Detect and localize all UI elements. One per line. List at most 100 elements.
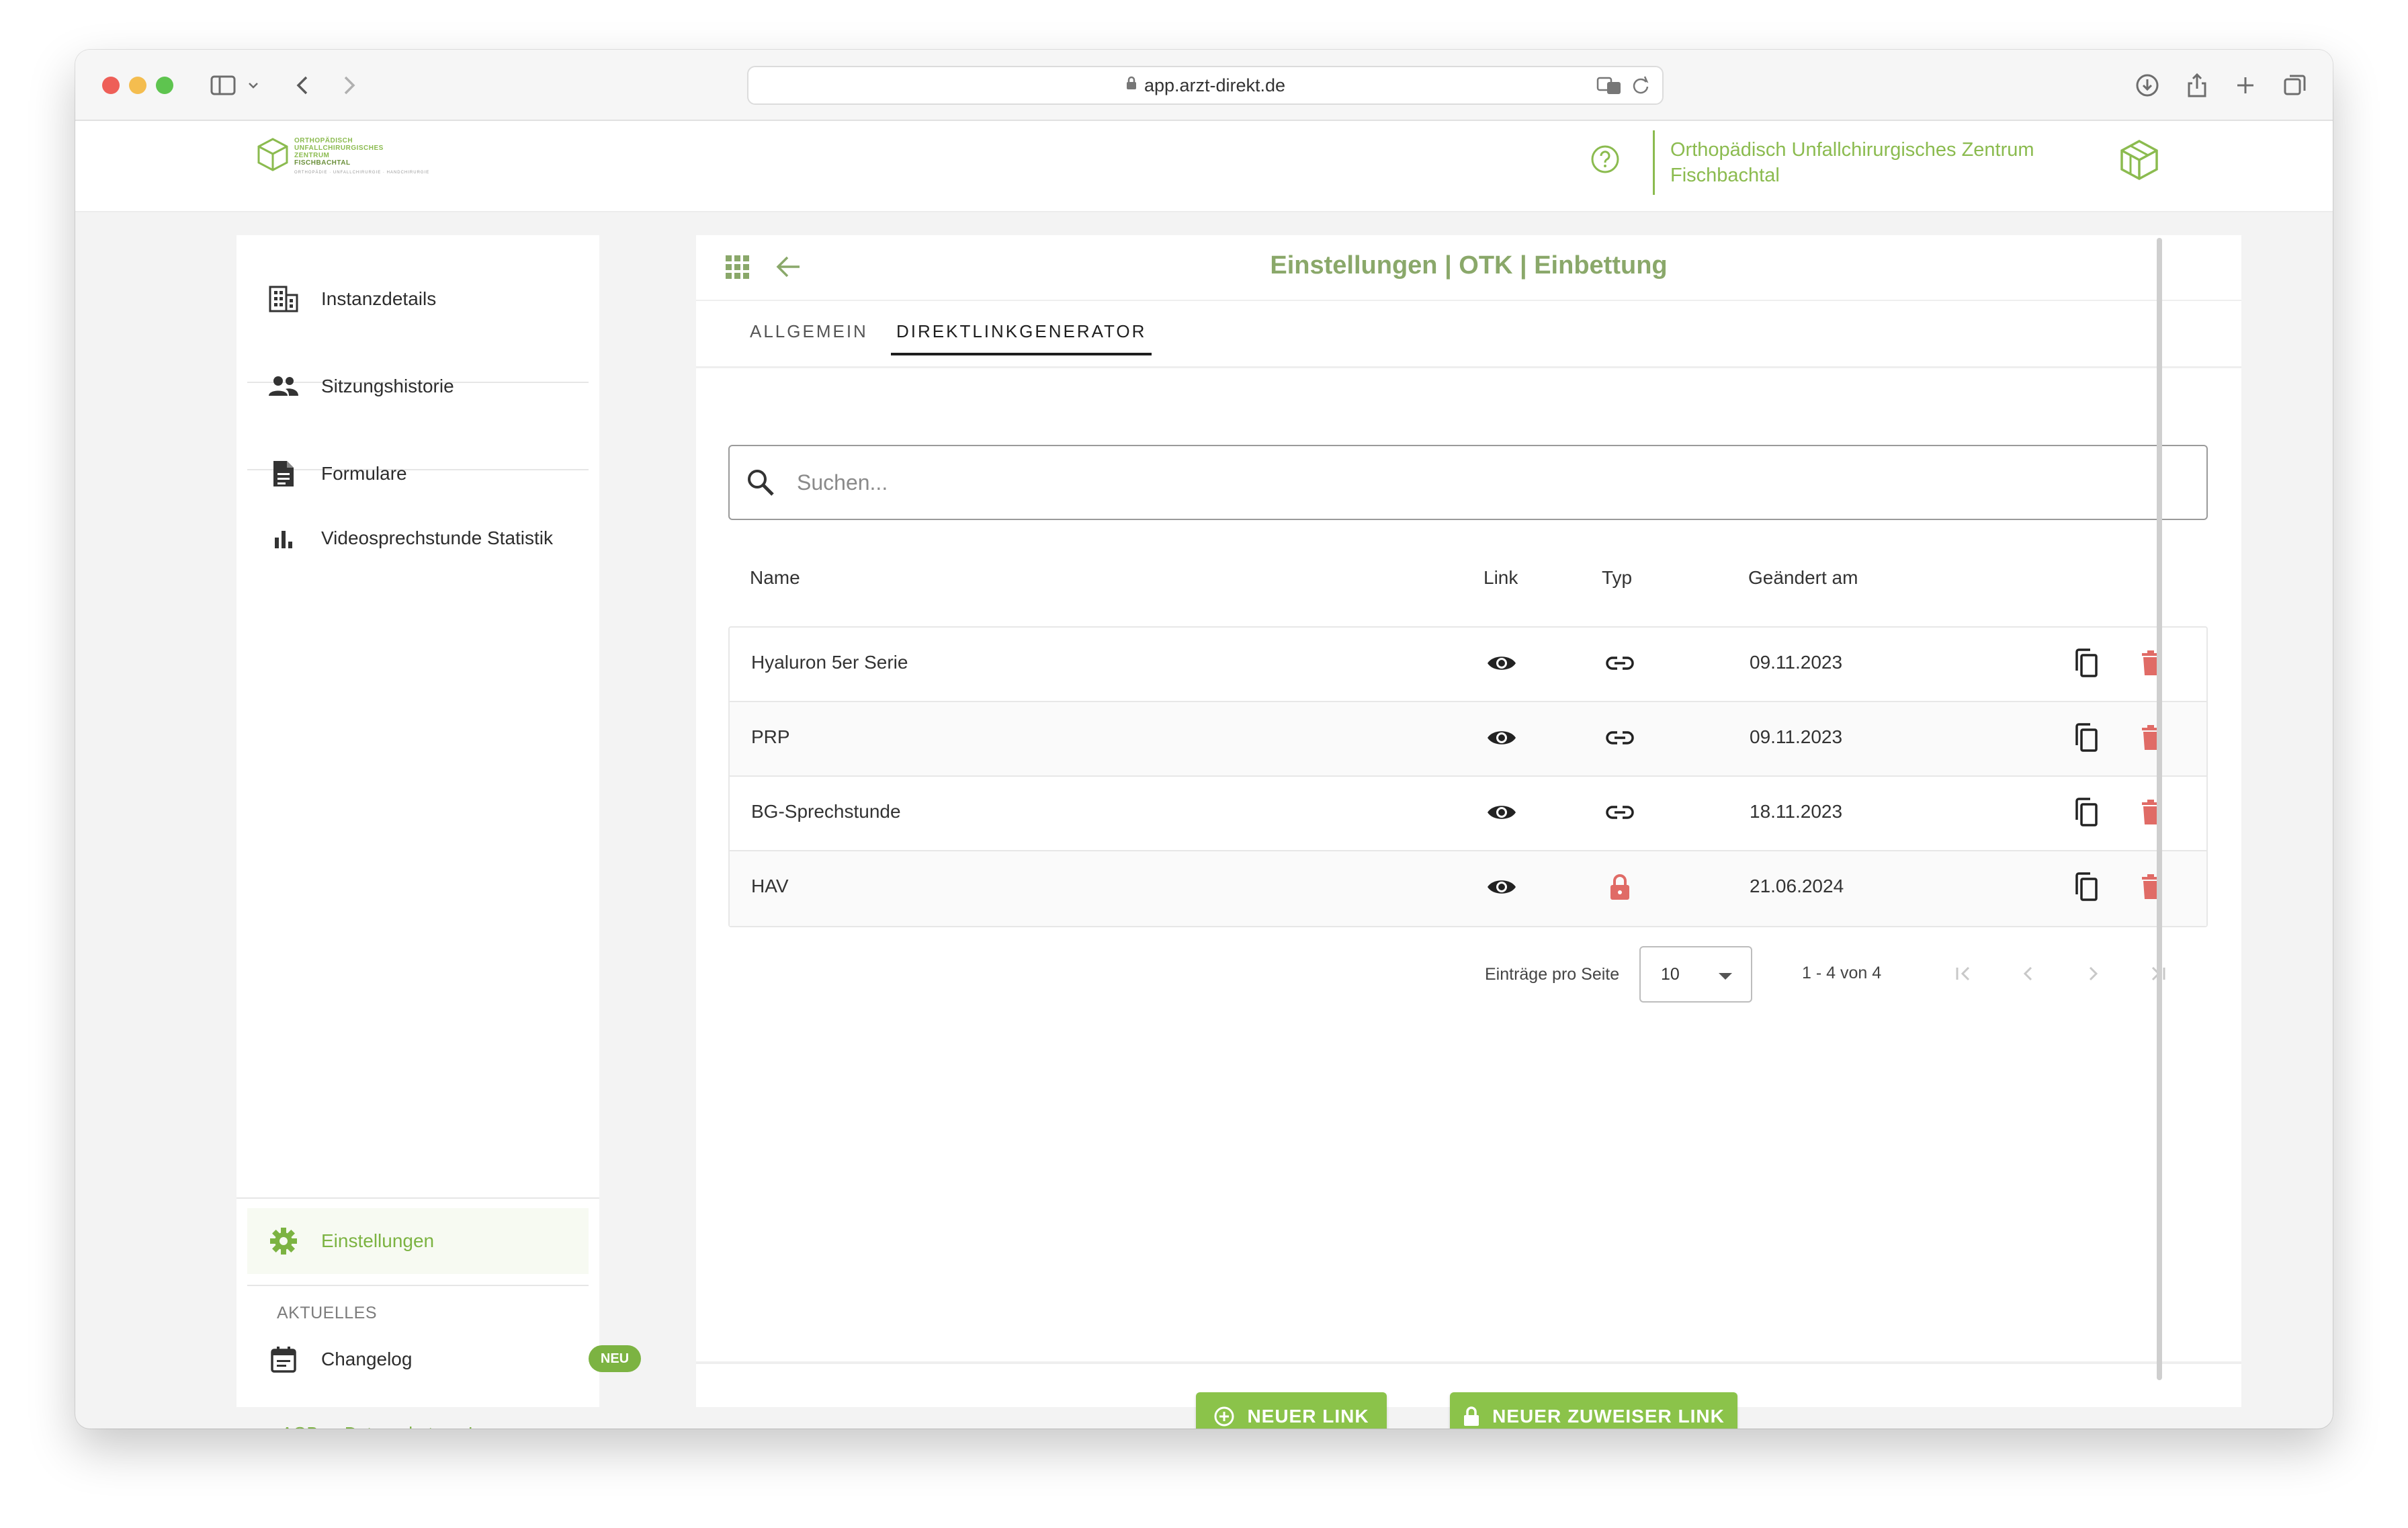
next-page-icon[interactable] [2076, 957, 2110, 990]
delete-icon[interactable] [2134, 646, 2167, 680]
row-date: 09.11.2023 [1750, 726, 1843, 747]
main-panel: Einstellungen | OTK | Einbettung ALLGEME… [696, 235, 2241, 1429]
footer-link-agb[interactable]: AGB [282, 1423, 318, 1429]
delete-icon[interactable] [2134, 870, 2167, 904]
bottom-divider [696, 1361, 2241, 1364]
section-label-aktuelles: AKTUELLES [277, 1304, 378, 1322]
per-page-select[interactable]: 10 [1639, 946, 1752, 1003]
lock-icon [1464, 1406, 1479, 1426]
sidebar-divider [247, 1285, 589, 1286]
reload-icon[interactable] [1631, 75, 1650, 100]
clinic-logo[interactable]: ORTHOPÄDISCH UNFALLCHIRURGISCHES ZENTRUM… [257, 137, 429, 175]
logo-line-2: UNFALLCHIRURGISCHES [294, 144, 384, 152]
translate-icon[interactable] [1596, 75, 1622, 100]
delete-icon[interactable] [2134, 796, 2167, 829]
table-row[interactable]: Hyaluron 5er Serie 09.11.2023 [730, 628, 2206, 702]
close-window-button[interactable] [102, 77, 120, 94]
help-circle-icon[interactable] [1590, 144, 1621, 175]
sidebar-item-label: Formulare [321, 463, 407, 484]
first-page-icon[interactable] [1947, 957, 1981, 990]
table-row[interactable]: BG-Sprechstunde 18.11.2023 [730, 777, 2206, 851]
bar-chart-icon [267, 522, 300, 554]
new-referrer-link-button[interactable]: NEUER ZUWEISER LINK [1450, 1392, 1737, 1429]
download-icon[interactable] [2133, 67, 2162, 103]
copy-icon[interactable] [2069, 796, 2103, 829]
org-name-line-1: Orthopädisch Unfallchirurgisches Zentrum [1670, 139, 2034, 161]
sidebar-item-changelog[interactable]: Changelog [247, 1322, 589, 1396]
column-header-typ[interactable]: Typ [1602, 567, 1632, 589]
link-icon [1603, 796, 1637, 829]
column-header-name[interactable]: Name [750, 567, 800, 589]
calendar-icon [267, 1343, 300, 1375]
footer-link-datenschutz[interactable]: Datenschutz [345, 1423, 442, 1429]
forward-nav-icon[interactable] [336, 67, 363, 103]
table-row[interactable]: PRP 09.11.2023 [730, 702, 2206, 777]
sidebar-item-videosprechstunde-statistik[interactable]: Videosprechstunde Statistik [247, 501, 589, 575]
tab-direktlinkgenerator[interactable]: DIREKTLINKGENERATOR [891, 321, 1152, 355]
new-link-button[interactable]: NEUER LINK [1196, 1392, 1387, 1429]
eye-icon[interactable] [1485, 721, 1518, 755]
new-tab-icon[interactable] [2231, 67, 2260, 103]
copy-icon[interactable] [2069, 646, 2103, 680]
new-referrer-link-label: NEUER ZUWEISER LINK [1492, 1406, 1725, 1427]
previous-page-icon[interactable] [2012, 957, 2045, 990]
sidebar-item-einstellungen[interactable]: Einstellungen [247, 1208, 589, 1274]
zoom-window-button[interactable] [156, 77, 173, 94]
share-icon[interactable] [2182, 67, 2212, 103]
minimize-window-button[interactable] [129, 77, 146, 94]
page-title: Einstellungen | OTK | Einbettung [1270, 251, 1668, 280]
row-name: BG-Sprechstunde [751, 801, 901, 822]
chevron-down-icon[interactable] [245, 67, 262, 103]
logo-line-1: ORTHOPÄDISCH [294, 137, 353, 144]
delete-icon[interactable] [2134, 721, 2167, 755]
sidebar-item-label: Changelog [321, 1349, 413, 1369]
scrollbar[interactable] [2157, 238, 2162, 1380]
link-icon [1603, 721, 1637, 755]
org-cube-icon[interactable] [2118, 138, 2161, 181]
org-name-line-2: Fischbachtal [1670, 165, 1780, 186]
tab-overview-icon[interactable] [2280, 67, 2310, 103]
sidebar-item-label: Instanzdetails [321, 288, 437, 309]
people-icon [267, 370, 300, 402]
row-name: PRP [751, 726, 790, 747]
column-header-geaendert[interactable]: Geändert am [1748, 567, 1858, 589]
sidebar-item-formulare[interactable]: Formulare [247, 437, 589, 511]
eye-icon[interactable] [1485, 870, 1518, 904]
page-range: 1 - 4 von 4 [1802, 964, 1882, 982]
browser-window: app.arzt-direkt.de ORTHOPÄDISCH UNFALLCH… [75, 50, 2333, 1429]
sidebar-item-label: Videosprechstunde Statistik [321, 527, 554, 548]
sidebar-toggle-icon[interactable] [207, 67, 239, 103]
back-nav-icon[interactable] [289, 67, 316, 103]
per-page-label: Einträge pro Seite [1485, 965, 1620, 984]
eye-icon[interactable] [1485, 646, 1518, 680]
search-input[interactable] [797, 470, 2141, 495]
tab-bar: ALLGEMEIN DIREKTLINKGENERATOR [696, 301, 2241, 368]
sidebar-item-label: Einstellungen [321, 1230, 435, 1251]
sidebar-item-instanzdetails[interactable]: Instanzdetails [247, 262, 589, 336]
table-header: Name Link Typ Geändert am [728, 560, 2208, 601]
table-row[interactable]: HAV 21.06.2024 [730, 851, 2206, 926]
cube-logo-icon [257, 137, 289, 175]
eye-icon[interactable] [1485, 796, 1518, 829]
address-bar[interactable]: app.arzt-direkt.de [747, 66, 1664, 105]
links-table: Hyaluron 5er Serie 09.11.2023 PRP 09.11.… [728, 626, 2208, 927]
gear-icon [267, 1225, 300, 1257]
url-text: app.arzt-direkt.de [1144, 75, 1286, 95]
paginator: Einträge pro Seite 10 1 - 4 von 4 [696, 943, 2241, 1003]
copy-icon[interactable] [2069, 870, 2103, 904]
lock-icon [1603, 870, 1637, 904]
new-badge: NEU [589, 1345, 641, 1372]
link-icon [1603, 646, 1637, 680]
header-divider [1653, 130, 1655, 195]
logo-line-3: ZENTRUM [294, 152, 330, 159]
search-field[interactable] [728, 445, 2208, 520]
row-name: HAV [751, 876, 789, 896]
building-icon [267, 283, 300, 315]
app-header: ORTHOPÄDISCH UNFALLCHIRURGISCHES ZENTRUM… [75, 121, 2333, 212]
footer-link-impressum[interactable]: Impressum [468, 1423, 555, 1429]
tab-allgemein[interactable]: ALLGEMEIN [744, 321, 873, 353]
copy-icon[interactable] [2069, 721, 2103, 755]
logo-subline: ORTHOPÄDIE · UNFALLCHIRURGIE · HANDCHIRU… [294, 171, 430, 175]
sidebar-item-sitzungshistorie[interactable]: Sitzungshistorie [247, 349, 589, 423]
column-header-link[interactable]: Link [1484, 567, 1518, 589]
